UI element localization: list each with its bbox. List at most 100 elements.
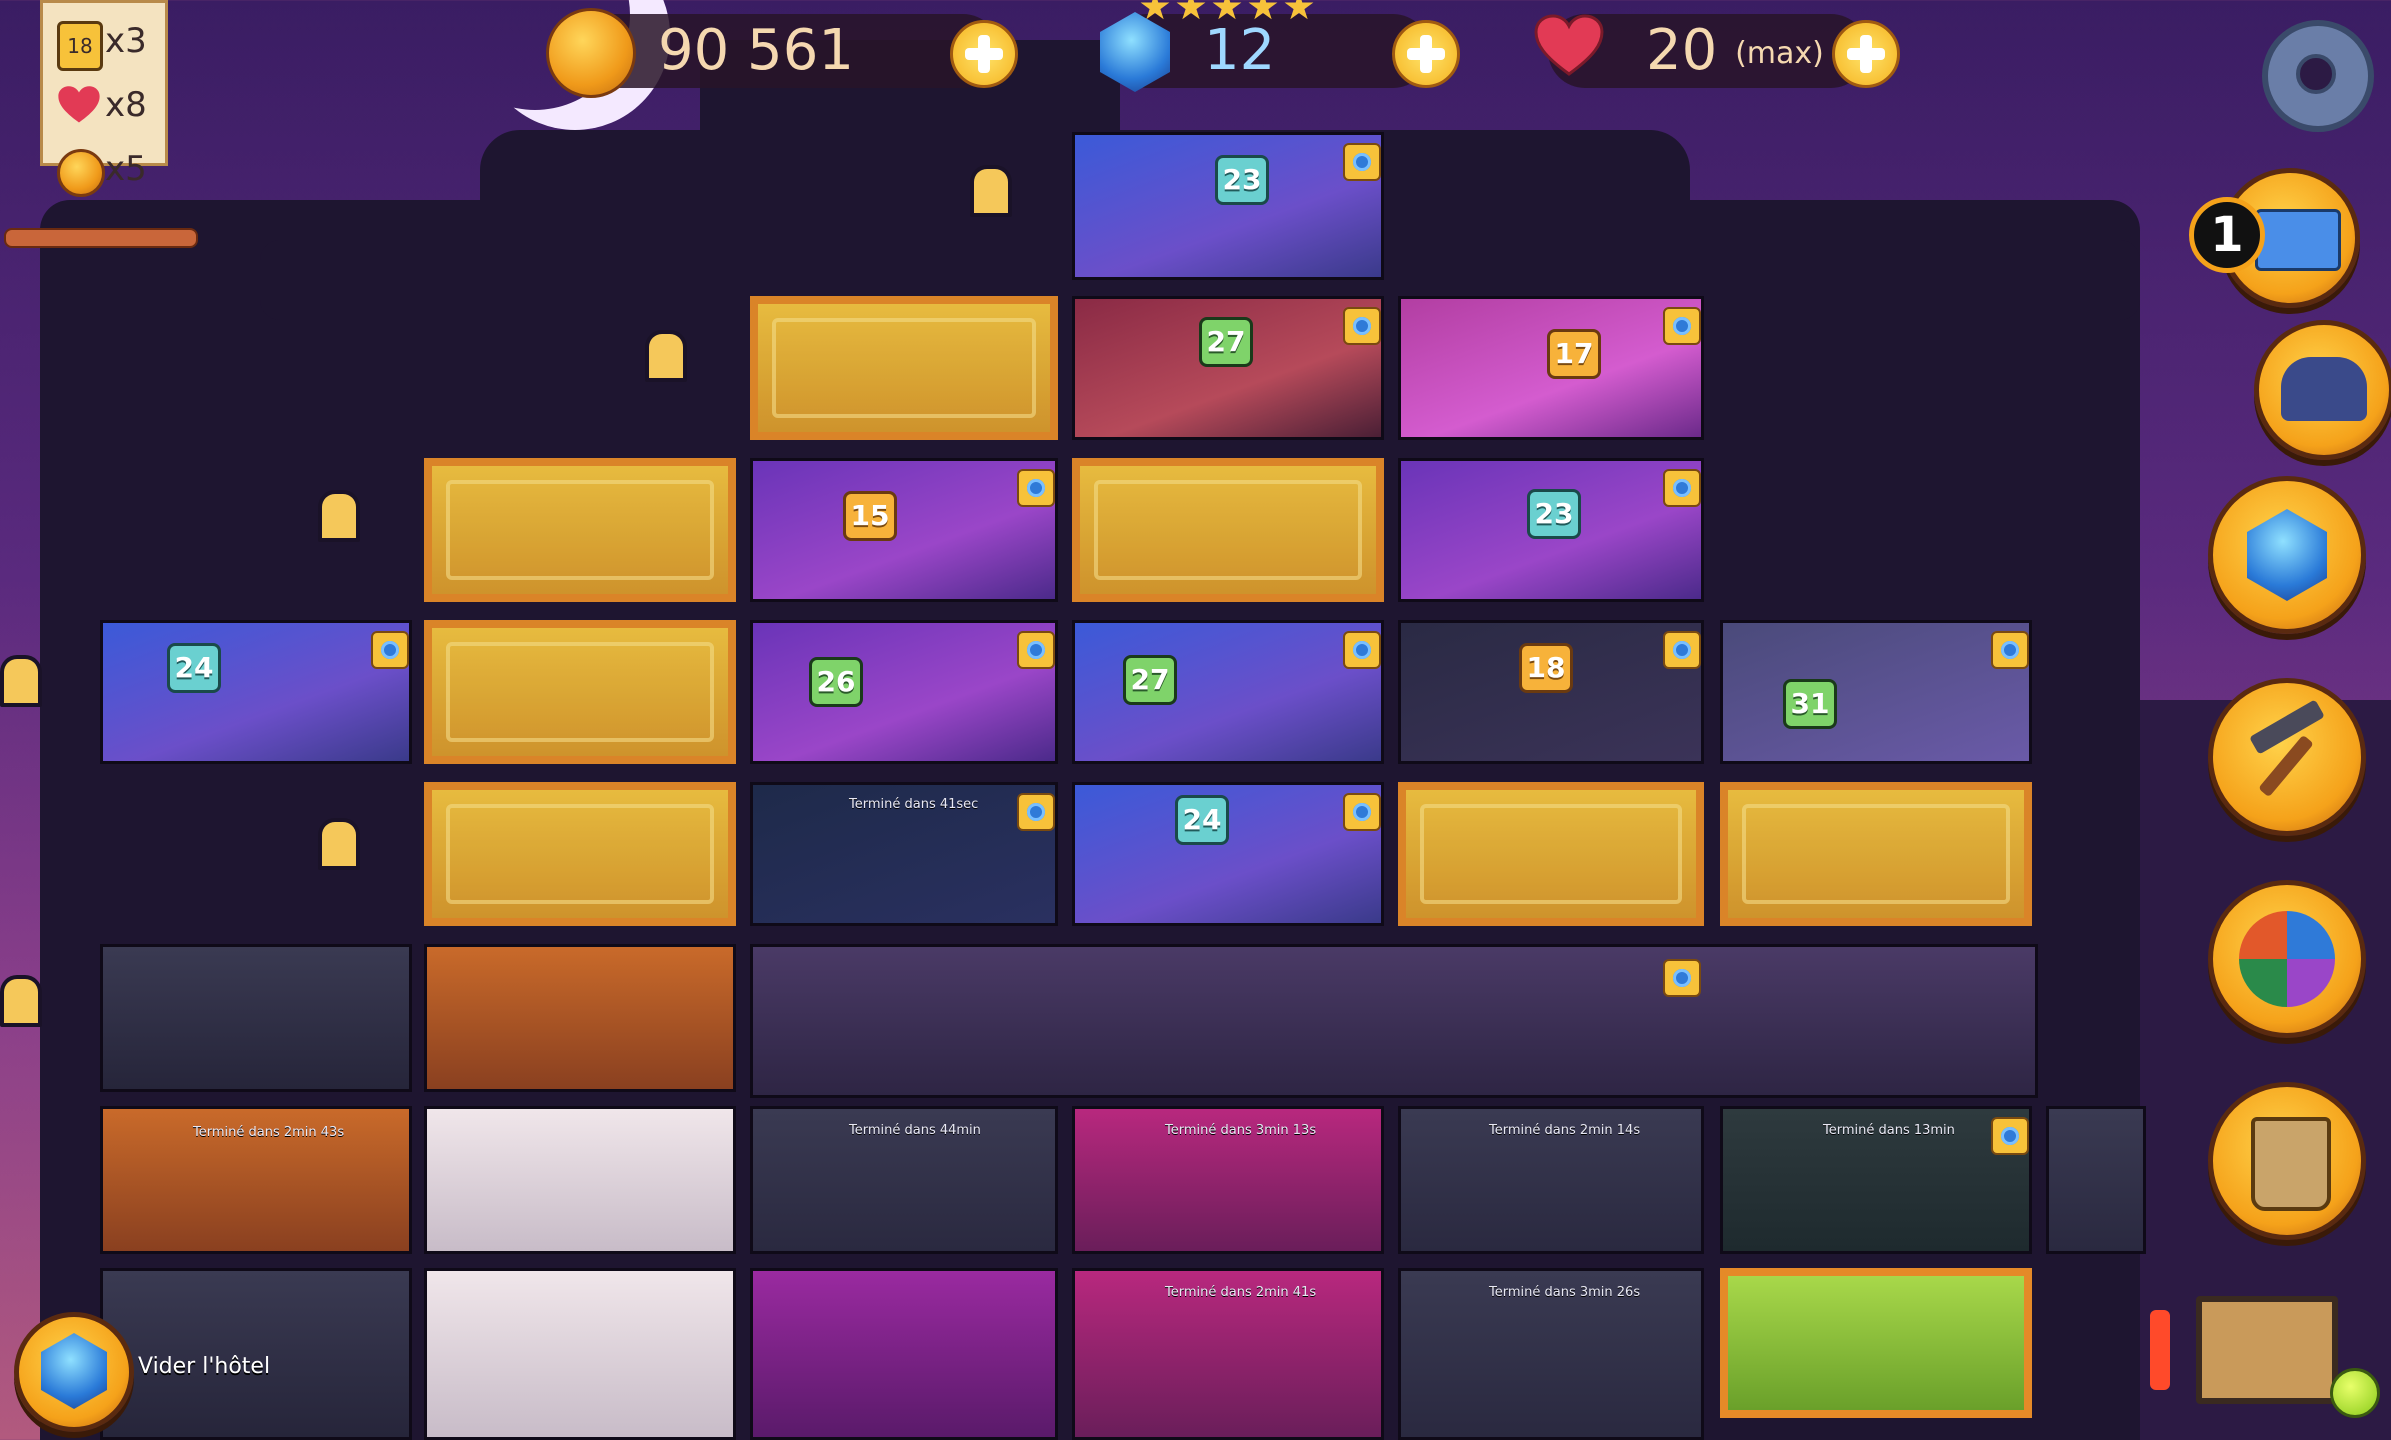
locked-room[interactable] (424, 458, 736, 602)
room-level-badge: 23 (1215, 155, 1269, 205)
cards-button[interactable] (2208, 880, 2366, 1038)
friends-icon (2281, 357, 2367, 421)
friends-button[interactable] (2254, 320, 2391, 460)
gem-reward-icon[interactable] (1663, 307, 1701, 345)
paint-bucket-icon (2251, 1117, 2331, 1211)
envelope-icon (2255, 209, 2341, 271)
guest-room[interactable]: 23 (1398, 458, 1704, 602)
locked-room[interactable] (1398, 782, 1704, 926)
service-room[interactable]: Terminé dans 2min 41s (1072, 1268, 1384, 1440)
gem-reward-icon[interactable] (1343, 143, 1381, 181)
guest-room[interactable]: 27 (1072, 296, 1384, 440)
guest-room[interactable]: 24 (100, 620, 412, 764)
renovating-room[interactable]: Terminé dans 41sec (750, 782, 1058, 926)
slime-room[interactable] (1720, 1268, 2032, 1418)
guest-room[interactable]: 26 (750, 620, 1058, 764)
bar-room[interactable] (100, 944, 412, 1092)
mail-count-badge: 1 (2189, 197, 2265, 273)
window (318, 818, 360, 870)
add-gems-button[interactable] (1392, 20, 1460, 88)
hearts-max-label: (max) (1735, 35, 1824, 71)
locked-room[interactable] (1720, 782, 2032, 926)
gem-reward-icon[interactable] (1343, 307, 1381, 345)
guest-room[interactable]: 18 (1398, 620, 1704, 764)
locked-room[interactable] (424, 620, 736, 764)
cards-icon (2239, 911, 2335, 1007)
build-button[interactable] (2208, 678, 2366, 836)
green-orb-icon[interactable] (2330, 1368, 2380, 1418)
quest-scroll[interactable]: 18 x3 x8 x5 (40, 0, 168, 197)
alert-icon[interactable] (2150, 1310, 2170, 1390)
gem-reward-icon[interactable] (1663, 959, 1701, 997)
room-level-badge: 23 (1527, 489, 1581, 539)
timer-label: Terminé dans 44min (849, 1123, 981, 1138)
timer-label: Terminé dans 2min 43s (193, 1125, 345, 1140)
gem-shop-button[interactable] (2208, 476, 2366, 634)
hammer-icon (2249, 699, 2325, 755)
service-room[interactable]: Terminé dans 3min 13s (1072, 1106, 1384, 1254)
add-hearts-button[interactable] (1832, 20, 1900, 88)
gem-reward-icon[interactable] (1343, 793, 1381, 831)
locked-room[interactable] (424, 782, 736, 926)
service-room[interactable]: Terminé dans 3min 26s (1398, 1268, 1704, 1440)
add-coins-button[interactable] (950, 20, 1018, 88)
room-level-badge: 24 (167, 643, 221, 693)
paint-button[interactable] (2208, 1082, 2366, 1240)
gem-reward-icon[interactable] (1991, 631, 2029, 669)
gem-reward-icon[interactable] (1017, 469, 1055, 507)
notice-board[interactable] (2196, 1296, 2338, 1404)
room-level-badge: 18 (1519, 643, 1573, 693)
heart-icon (58, 86, 100, 123)
timer-label: Terminé dans 3min 13s (1165, 1123, 1317, 1138)
vault-room[interactable] (750, 1268, 1058, 1440)
scroll-row-hearts: x8 (105, 85, 147, 125)
gem-reward-icon[interactable] (1663, 631, 1701, 669)
room-level-badge: 31 (1783, 679, 1837, 729)
vip-badge-icon: 18 (57, 21, 103, 71)
empty-hotel-button[interactable] (14, 1312, 134, 1432)
gem-reward-icon[interactable] (1017, 793, 1055, 831)
service-room[interactable]: Terminé dans 2min 14s (1398, 1106, 1704, 1254)
hearts-display: 20 (max) (1646, 14, 1824, 91)
laundry-room[interactable] (424, 1106, 736, 1254)
guest-room[interactable]: 23 (1072, 132, 1384, 280)
room-level-badge: 27 (1123, 655, 1177, 705)
room-level-badge: 15 (843, 491, 897, 541)
timer-label: Terminé dans 41sec (849, 797, 979, 812)
service-room[interactable]: Terminé dans 2min 43s (100, 1106, 412, 1254)
guest-room[interactable]: 24 (1072, 782, 1384, 926)
scroll-rod (4, 228, 198, 248)
gem-reward-icon[interactable] (1663, 469, 1701, 507)
guest-room[interactable]: 15 (750, 458, 1058, 602)
guest-room[interactable]: 31 (1720, 620, 2032, 764)
guest-room[interactable]: 27 (1072, 620, 1384, 764)
vip-badge-level: 18 (67, 34, 93, 58)
service-room[interactable] (2046, 1106, 2146, 1254)
scroll-row-coins: x5 (105, 149, 147, 189)
gems-value: 12 (1204, 18, 1276, 83)
service-room[interactable]: Terminé dans 13min (1720, 1106, 2032, 1254)
settings-gear-icon[interactable] (2262, 20, 2374, 132)
locked-room[interactable] (750, 296, 1058, 440)
timer-label: Terminé dans 2min 14s (1489, 1123, 1641, 1138)
empty-hotel-label: Vider l'hôtel (138, 1354, 271, 1379)
window (0, 655, 42, 707)
service-room[interactable]: Terminé dans 44min (750, 1106, 1058, 1254)
window (318, 490, 360, 542)
timer-label: Terminé dans 2min 41s (1165, 1285, 1317, 1300)
room-level-badge: 24 (1175, 795, 1229, 845)
gem-reward-icon[interactable] (371, 631, 409, 669)
locked-room[interactable] (1072, 458, 1384, 602)
room-level-badge: 17 (1547, 329, 1601, 379)
hearts-value: 20 (1646, 18, 1718, 83)
guest-room[interactable]: 17 (1398, 296, 1704, 440)
storage-room[interactable] (424, 944, 736, 1092)
scroll-row-badges: x3 (105, 21, 147, 61)
timer-label: Terminé dans 3min 26s (1489, 1285, 1641, 1300)
laundry-room[interactable] (424, 1268, 736, 1440)
gem-reward-icon[interactable] (1017, 631, 1055, 669)
gem-reward-icon[interactable] (1991, 1117, 2029, 1155)
hotel-lobby[interactable] (750, 944, 2038, 1098)
gem-reward-icon[interactable] (1343, 631, 1381, 669)
mail-button[interactable]: 1 (2189, 168, 2360, 308)
